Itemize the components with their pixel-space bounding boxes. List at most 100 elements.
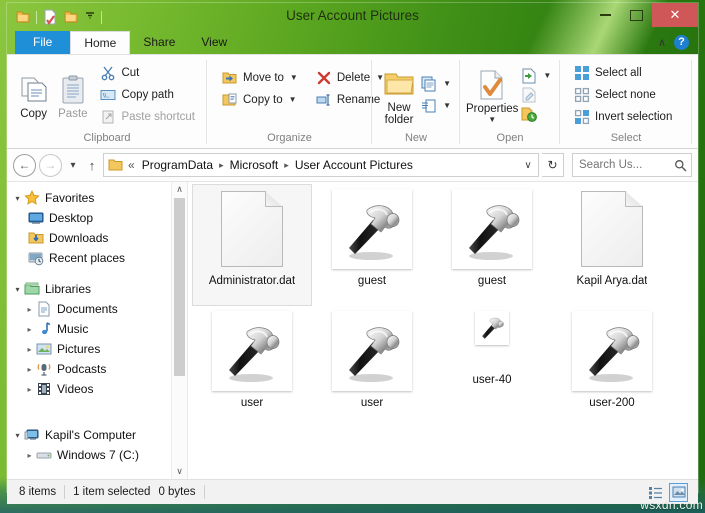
ribbon: Copy Paste Cut \\.. Copy path Paste shor… xyxy=(7,54,698,149)
explorer-body: ▾ Favorites Desktop Downloads Recent pla… xyxy=(7,182,698,479)
file-thumbnail xyxy=(332,189,412,269)
move-to-button[interactable]: Move to ▼ xyxy=(217,67,303,88)
file-item-user-200[interactable]: user-200 xyxy=(552,306,672,428)
easy-access-button[interactable]: ▼ xyxy=(419,95,453,116)
up-button[interactable]: ↑ xyxy=(84,155,100,175)
tab-share[interactable]: Share xyxy=(130,31,188,54)
properties-button[interactable]: Properties ▼ xyxy=(466,65,518,124)
file-list-view[interactable]: Administrator.dat guest guest Kapil Arya… xyxy=(188,182,698,479)
tab-file[interactable]: File xyxy=(15,31,71,54)
nav-item-documents[interactable]: ▸ Documents xyxy=(7,299,187,319)
minimize-button[interactable] xyxy=(590,3,621,27)
paste-shortcut-button[interactable]: Paste shortcut xyxy=(95,106,200,127)
navigation-scrollbar[interactable]: ∧ ∨ xyxy=(171,182,187,479)
scroll-down-button[interactable]: ∨ xyxy=(172,464,187,479)
expand-triangle-icon[interactable]: ▸ xyxy=(23,451,36,460)
new-folder-button[interactable]: New folder xyxy=(381,64,417,126)
expand-triangle-icon[interactable]: ▾ xyxy=(11,194,24,203)
nav-label-documents: Documents xyxy=(57,302,118,316)
breadcrumb-item-user-account-pictures[interactable]: User Account Pictures xyxy=(293,158,415,172)
scroll-up-button[interactable]: ∧ xyxy=(172,182,187,197)
forward-button[interactable]: → xyxy=(39,153,62,177)
invert-selection-button[interactable]: Invert selection xyxy=(569,106,677,127)
close-button[interactable] xyxy=(652,3,698,27)
open-caret-icon[interactable]: ▼ xyxy=(543,71,551,80)
nav-item-pictures[interactable]: ▸ Pictures xyxy=(7,339,187,359)
expand-triangle-icon[interactable]: ▾ xyxy=(11,285,24,294)
nav-item-recent-places[interactable]: Recent places xyxy=(7,248,187,268)
file-item-kapil-arya-dat[interactable]: Kapil Arya.dat xyxy=(552,184,672,306)
nav-item-desktop[interactable]: Desktop xyxy=(7,208,187,228)
expand-triangle-icon[interactable]: ▸ xyxy=(23,385,36,394)
expand-triangle-icon[interactable]: ▾ xyxy=(11,431,24,440)
large-icons-view-button[interactable] xyxy=(669,482,688,502)
paste-button[interactable]: Paste xyxy=(53,70,92,120)
breadcrumb-chevron-2[interactable]: ▸ xyxy=(283,160,290,171)
file-item-guest-1[interactable]: guest xyxy=(312,184,432,306)
copy-to-caret-icon[interactable]: ▼ xyxy=(289,95,297,104)
search-input[interactable] xyxy=(577,158,674,172)
tab-view[interactable]: View xyxy=(188,31,240,54)
title-bar: User Account Pictures xyxy=(7,3,698,31)
nav-section-computer[interactable]: ▾ Kapil's Computer xyxy=(7,425,187,445)
select-none-button[interactable]: Select none xyxy=(569,84,677,105)
history-button[interactable] xyxy=(519,105,553,123)
nav-item-windows-drive[interactable]: ▸ Windows 7 (C:) xyxy=(7,445,187,465)
copy-icon xyxy=(18,74,50,106)
file-item-administrator-dat[interactable]: Administrator.dat xyxy=(192,184,312,306)
breadcrumb-overflow[interactable]: « xyxy=(126,158,137,172)
invert-selection-label: Invert selection xyxy=(595,110,673,123)
scrollbar-thumb[interactable] xyxy=(174,198,185,376)
copy-to-button[interactable]: Copy to ▼ xyxy=(217,89,303,110)
select-all-button[interactable]: Select all xyxy=(569,62,677,83)
file-item-guest-2[interactable]: guest xyxy=(432,184,552,306)
move-to-caret-icon[interactable]: ▼ xyxy=(290,73,298,82)
details-view-button[interactable] xyxy=(646,483,665,502)
expand-triangle-icon[interactable]: ▸ xyxy=(23,345,36,354)
easy-access-caret-icon[interactable]: ▼ xyxy=(443,101,451,110)
file-thumbnail xyxy=(212,189,292,269)
expand-triangle-icon[interactable]: ▸ xyxy=(23,365,36,374)
recent-locations-button[interactable]: ▾ xyxy=(65,155,81,175)
properties-caret-icon[interactable]: ▼ xyxy=(488,115,496,124)
open-button[interactable]: ▼ xyxy=(519,67,553,85)
refresh-button[interactable]: ↻ xyxy=(542,153,564,177)
back-button[interactable]: ← xyxy=(13,153,36,177)
file-thumbnail xyxy=(572,311,652,391)
open-group-label: Open xyxy=(496,132,524,144)
file-name: user xyxy=(360,397,384,409)
help-icon[interactable]: ? xyxy=(674,35,689,50)
svg-text:\\..: \\.. xyxy=(103,93,110,99)
nav-item-music[interactable]: ▸ Music xyxy=(7,319,187,339)
maximize-button[interactable] xyxy=(621,3,652,27)
file-item-user-1[interactable]: user xyxy=(192,306,312,428)
paste-shortcut-icon xyxy=(100,109,116,125)
new-item-icon xyxy=(421,76,437,92)
nav-section-libraries[interactable]: ▾ Libraries xyxy=(7,279,187,299)
breadcrumb-folder-icon xyxy=(108,158,123,172)
nav-label-desktop: Desktop xyxy=(49,211,94,225)
copy-path-button[interactable]: \\.. Copy path xyxy=(95,84,200,105)
breadcrumb[interactable]: « ProgramData ▸ Microsoft ▸ User Account… xyxy=(103,153,539,177)
nav-item-downloads[interactable]: Downloads xyxy=(7,228,187,248)
copy-button-label: Copy xyxy=(20,107,48,120)
tab-home[interactable]: Home xyxy=(70,31,131,54)
expand-triangle-icon[interactable]: ▸ xyxy=(23,305,36,314)
copy-button[interactable]: Copy xyxy=(14,70,53,120)
file-item-user-40[interactable]: user-40 xyxy=(432,306,552,428)
search-box[interactable] xyxy=(572,153,692,177)
address-dropdown-icon[interactable]: ∨ xyxy=(520,160,536,171)
new-item-caret-icon[interactable]: ▼ xyxy=(443,79,451,88)
breadcrumb-item-programdata[interactable]: ProgramData xyxy=(140,158,215,172)
nav-section-favorites[interactable]: ▾ Favorites xyxy=(7,188,187,208)
breadcrumb-item-microsoft[interactable]: Microsoft xyxy=(228,158,281,172)
edit-button[interactable] xyxy=(519,86,553,104)
collapse-ribbon-icon[interactable]: ∧ xyxy=(658,36,666,49)
breadcrumb-chevron-1[interactable]: ▸ xyxy=(218,160,225,171)
cut-button[interactable]: Cut xyxy=(95,62,200,83)
nav-item-podcasts[interactable]: ▸ Podcasts xyxy=(7,359,187,379)
expand-triangle-icon[interactable]: ▸ xyxy=(23,325,36,334)
file-item-user-2[interactable]: user xyxy=(312,306,432,428)
nav-item-videos[interactable]: ▸ Videos xyxy=(7,379,187,399)
new-item-button[interactable]: ▼ xyxy=(419,73,453,94)
